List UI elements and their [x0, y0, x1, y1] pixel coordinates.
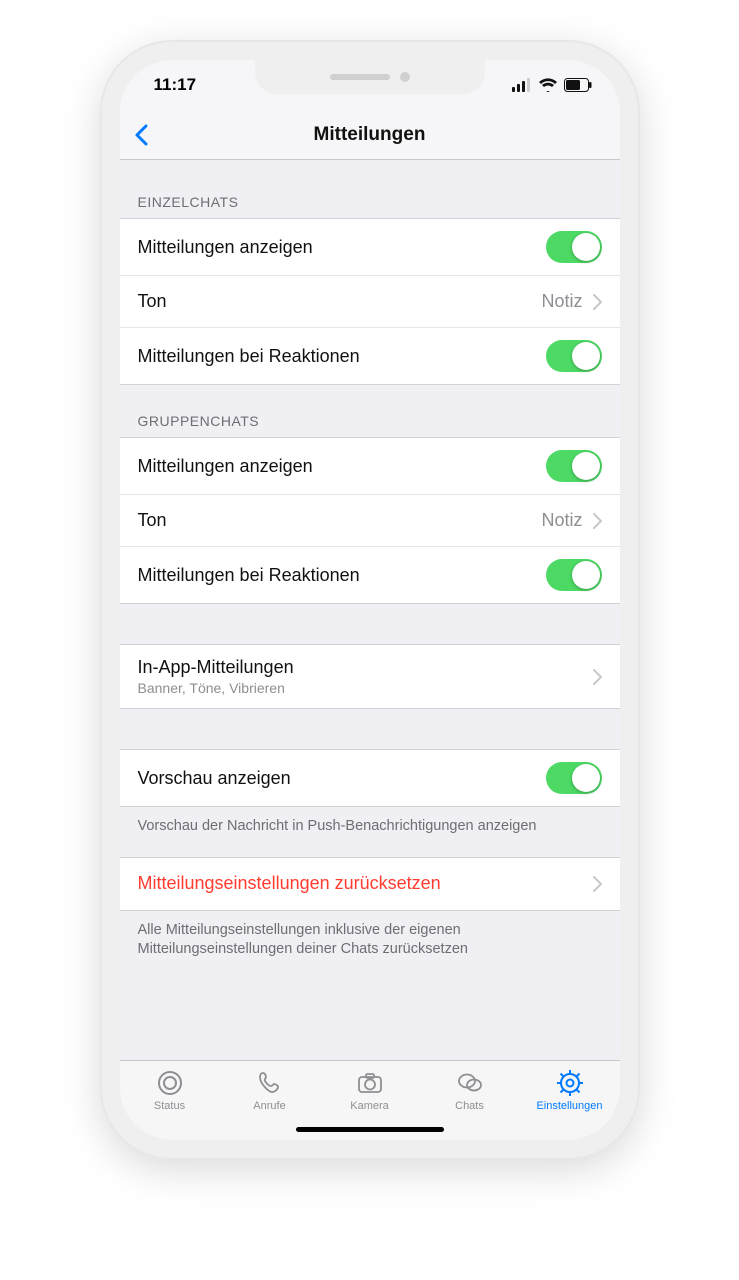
group-preview: Vorschau anzeigen [120, 749, 620, 807]
row-subtitle: Banner, Töne, Vibrieren [138, 680, 593, 696]
tab-label: Kamera [350, 1100, 389, 1112]
group-inapp: In-App-Mitteilungen Banner, Töne, Vibrie… [120, 644, 620, 709]
toggle-gruppe-show[interactable] [546, 450, 602, 482]
row-label: Mitteilungen anzeigen [138, 237, 313, 258]
screen: 11:17 Mitteilungen Einzelchats Mitteilun… [120, 60, 620, 1140]
notch [255, 60, 485, 94]
tab-settings[interactable]: Einstellungen [520, 1069, 620, 1112]
toggle-einzel-show[interactable] [546, 231, 602, 263]
footer-preview: Vorschau der Nachricht in Push-Benachric… [120, 807, 620, 857]
group-einzelchats: Mitteilungen anzeigen Ton Notiz Mitteilu… [120, 218, 620, 385]
toggle-preview[interactable] [546, 762, 602, 794]
row-label: Mitteilungen anzeigen [138, 456, 313, 477]
nav-bar: Mitteilungen [120, 110, 620, 160]
section-header-einzelchats: Einzelchats [120, 160, 620, 218]
status-time: 11:17 [154, 75, 197, 95]
cellular-icon [512, 78, 532, 92]
row-label: Mitteilungen bei Reaktionen [138, 346, 360, 367]
footer-reset: Alle Mitteilungseinstellungen inklusive … [120, 911, 620, 980]
chevron-right-icon [593, 294, 602, 310]
row-einzel-tone[interactable]: Ton Notiz [120, 276, 620, 328]
row-einzel-show[interactable]: Mitteilungen anzeigen [120, 219, 620, 276]
back-button[interactable] [134, 110, 148, 159]
row-label: Mitteilungen bei Reaktionen [138, 565, 360, 586]
row-gruppe-tone[interactable]: Ton Notiz [120, 495, 620, 547]
row-inapp[interactable]: In-App-Mitteilungen Banner, Töne, Vibrie… [120, 645, 620, 708]
tab-camera[interactable]: Kamera [320, 1069, 420, 1112]
wifi-icon [538, 78, 558, 92]
row-reset[interactable]: Mitteilungseinstellungen zurücksetzen [120, 858, 620, 910]
camera-icon [356, 1069, 384, 1097]
content-scroll[interactable]: Einzelchats Mitteilungen anzeigen Ton No… [120, 160, 620, 1060]
phone-frame: 11:17 Mitteilungen Einzelchats Mitteilun… [100, 40, 640, 1160]
tab-chats[interactable]: Chats [420, 1069, 520, 1112]
status-indicators [512, 78, 592, 92]
status-icon [156, 1069, 184, 1097]
battery-icon [564, 78, 592, 92]
chats-icon [456, 1069, 484, 1097]
chevron-left-icon [134, 124, 148, 146]
tab-label: Einstellungen [536, 1100, 602, 1112]
row-label: Ton [138, 510, 167, 531]
row-label: Vorschau anzeigen [138, 768, 291, 789]
row-label: Ton [138, 291, 167, 312]
row-preview[interactable]: Vorschau anzeigen [120, 750, 620, 806]
row-value: Notiz [167, 291, 593, 312]
chevron-right-icon [593, 876, 602, 892]
row-label: In-App-Mitteilungen [138, 657, 593, 678]
chevron-right-icon [593, 513, 602, 529]
row-einzel-reactions[interactable]: Mitteilungen bei Reaktionen [120, 328, 620, 384]
tab-label: Anrufe [253, 1100, 285, 1112]
group-gruppenchats: Mitteilungen anzeigen Ton Notiz Mitteilu… [120, 437, 620, 604]
tab-label: Status [154, 1100, 185, 1112]
row-label: Mitteilungseinstellungen zurücksetzen [138, 873, 441, 894]
page-title: Mitteilungen [314, 124, 426, 146]
tab-label: Chats [455, 1100, 484, 1112]
row-gruppe-reactions[interactable]: Mitteilungen bei Reaktionen [120, 547, 620, 603]
chevron-right-icon [593, 669, 602, 685]
gear-icon [556, 1069, 584, 1097]
phone-icon [256, 1069, 284, 1097]
home-indicator[interactable] [296, 1127, 444, 1132]
group-reset: Mitteilungseinstellungen zurücksetzen [120, 857, 620, 911]
toggle-gruppe-reactions[interactable] [546, 559, 602, 591]
toggle-einzel-reactions[interactable] [546, 340, 602, 372]
section-header-gruppenchats: Gruppenchats [120, 385, 620, 437]
row-gruppe-show[interactable]: Mitteilungen anzeigen [120, 438, 620, 495]
tab-calls[interactable]: Anrufe [220, 1069, 320, 1112]
row-value: Notiz [167, 510, 593, 531]
tab-status[interactable]: Status [120, 1069, 220, 1112]
